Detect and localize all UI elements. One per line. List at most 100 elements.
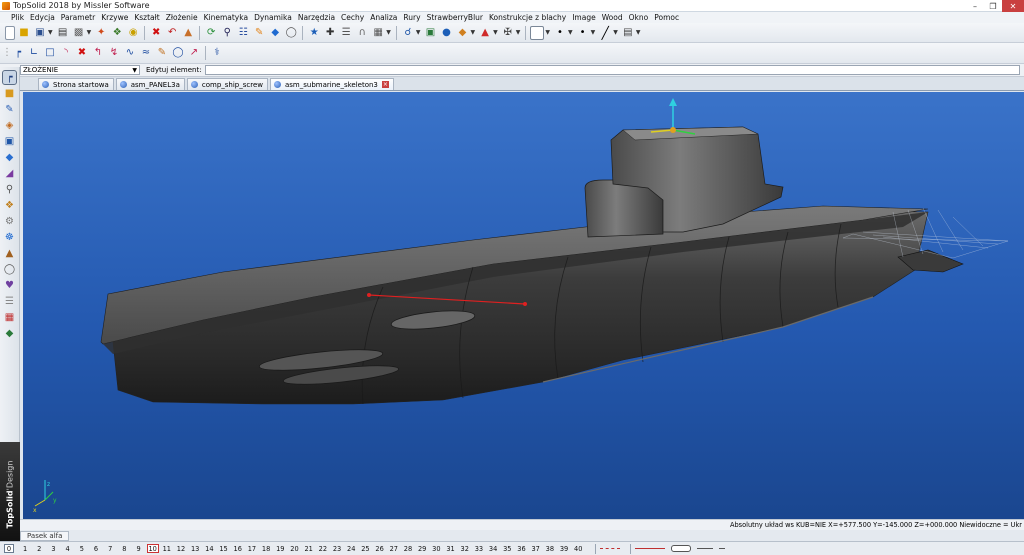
- 3d-viewport[interactable]: z x y: [23, 92, 1024, 519]
- thin-line-icon[interactable]: [697, 548, 714, 549]
- orient-dropdown-icon[interactable]: ▼: [516, 29, 521, 36]
- layer-25[interactable]: 25: [358, 545, 372, 553]
- layer-29[interactable]: 29: [415, 545, 429, 553]
- graph-icon[interactable]: ▦: [371, 26, 385, 40]
- lighting-dropdown-icon[interactable]: ▼: [493, 29, 498, 36]
- zoom-icon[interactable]: ☌: [401, 26, 415, 40]
- layer-5[interactable]: 5: [75, 545, 89, 553]
- circle-icon[interactable]: ◯: [171, 46, 185, 60]
- menu-item-13[interactable]: Konstrukcje z blachy: [486, 13, 569, 22]
- print-dropdown-icon[interactable]: ▼: [87, 29, 92, 36]
- close-icon[interactable]: ✕: [1002, 0, 1024, 12]
- cross-section-icon[interactable]: ✚: [323, 26, 337, 40]
- layer-10[interactable]: 10: [146, 544, 159, 553]
- tab-3[interactable]: asm_submarine_skeleton3 ×: [270, 78, 394, 90]
- tab-close-icon[interactable]: ×: [381, 81, 389, 88]
- undo-icon[interactable]: ↶: [165, 26, 179, 40]
- layer-23[interactable]: 23: [330, 545, 344, 553]
- point-style-icon[interactable]: •: [553, 26, 567, 40]
- layer-6[interactable]: 6: [89, 545, 103, 553]
- layer-26[interactable]: 26: [373, 545, 387, 553]
- menu-item-17[interactable]: Pomoc: [651, 13, 682, 22]
- layer-3[interactable]: 3: [46, 545, 60, 553]
- polyline-icon[interactable]: ∟: [27, 46, 41, 60]
- layer-39[interactable]: 39: [557, 545, 571, 553]
- chamfer-icon[interactable]: ↯: [107, 46, 121, 60]
- menu-item-4[interactable]: Kształt: [131, 13, 162, 22]
- layer-4[interactable]: 4: [61, 545, 75, 553]
- hatch-icon[interactable]: ▤: [621, 26, 635, 40]
- tab-2[interactable]: comp_ship_screw: [186, 78, 268, 90]
- zoom-all-icon[interactable]: ▣: [424, 26, 438, 40]
- drafting-icon[interactable]: ◆: [3, 327, 16, 340]
- eraser-icon[interactable]: ▲: [181, 26, 195, 40]
- trim-icon[interactable]: ✖: [75, 46, 89, 60]
- menu-item-6[interactable]: Kinematyka: [201, 13, 251, 22]
- measure-icon[interactable]: ◯: [284, 26, 298, 40]
- paint-icon[interactable]: ✎: [252, 26, 266, 40]
- point-dropdown-icon[interactable]: ▼: [568, 29, 573, 36]
- menu-item-10[interactable]: Analiza: [367, 13, 400, 22]
- color-dropdown-icon[interactable]: ▼: [545, 29, 550, 36]
- view-icon[interactable]: ●: [440, 26, 454, 40]
- menu-item-3[interactable]: Krzywe: [98, 13, 131, 22]
- frame-icon[interactable]: ▦: [3, 311, 16, 324]
- layer-13[interactable]: 13: [188, 545, 202, 553]
- layer-7[interactable]: 7: [103, 545, 117, 553]
- line-end-icon[interactable]: [719, 548, 726, 549]
- feature-mode-icon[interactable]: ◆: [3, 151, 16, 164]
- print-icon[interactable]: ▤: [56, 26, 70, 40]
- assembly-icon[interactable]: ❖: [3, 199, 16, 212]
- graph-dropdown-icon[interactable]: ▼: [386, 29, 391, 36]
- delete-icon[interactable]: ✖: [149, 26, 163, 40]
- arc-icon[interactable]: ◝: [59, 46, 73, 60]
- rectangle-icon[interactable]: □: [43, 46, 57, 60]
- menu-item-9[interactable]: Cechy: [338, 13, 367, 22]
- menu-item-1[interactable]: Edycja: [27, 13, 58, 22]
- menu-item-8[interactable]: Narzędzia: [295, 13, 338, 22]
- orient-icon[interactable]: ✠: [501, 26, 515, 40]
- tab-1[interactable]: asm_PANEL3a: [115, 78, 185, 90]
- layer-14[interactable]: 14: [202, 545, 216, 553]
- wood-icon[interactable]: ▲: [3, 247, 16, 260]
- layer-36[interactable]: 36: [514, 545, 528, 553]
- new-file-icon[interactable]: [5, 25, 15, 40]
- hatch-dropdown-icon[interactable]: ▼: [636, 29, 641, 36]
- line-icon[interactable]: ┍: [11, 46, 25, 60]
- layer-35[interactable]: 35: [500, 545, 514, 553]
- layer-27[interactable]: 27: [387, 545, 401, 553]
- sketch-mode-icon[interactable]: ✎: [3, 103, 16, 116]
- layer-32[interactable]: 32: [458, 545, 472, 553]
- weld-icon[interactable]: ☰: [3, 295, 16, 308]
- layer-33[interactable]: 33: [472, 545, 486, 553]
- dash-line-icon[interactable]: [600, 548, 621, 549]
- layer-38[interactable]: 38: [543, 545, 557, 553]
- layer-37[interactable]: 37: [529, 545, 543, 553]
- restore-icon[interactable]: ❐: [984, 0, 1002, 12]
- parameter-icon[interactable]: ☷: [236, 26, 250, 40]
- cut-icon[interactable]: ✦: [94, 26, 108, 40]
- thick-line-icon[interactable]: [671, 545, 692, 552]
- layer-19[interactable]: 19: [273, 545, 287, 553]
- save-icon[interactable]: ▣: [33, 26, 47, 40]
- layer-2[interactable]: 2: [32, 545, 46, 553]
- line-style-icon[interactable]: •: [576, 26, 590, 40]
- layer-24[interactable]: 24: [344, 545, 358, 553]
- color-swatch-icon[interactable]: [530, 25, 545, 40]
- layer-8[interactable]: 8: [117, 545, 131, 553]
- layer-30[interactable]: 30: [429, 545, 443, 553]
- pin-icon[interactable]: ⚲: [3, 183, 16, 196]
- layer-34[interactable]: 34: [486, 545, 500, 553]
- layer-40[interactable]: 40: [571, 545, 585, 553]
- line-style-dropdown-icon[interactable]: ▼: [591, 29, 596, 36]
- layer-20[interactable]: 20: [287, 545, 301, 553]
- kinematic-icon[interactable]: ☸: [3, 231, 16, 244]
- curve-mode-icon[interactable]: ┍: [2, 70, 17, 85]
- sheet-metal-icon[interactable]: ◢: [3, 167, 16, 180]
- extend-icon[interactable]: ↗: [187, 46, 201, 60]
- render-mode-icon[interactable]: ♥: [3, 279, 16, 292]
- gear-icon[interactable]: ⚙: [3, 215, 16, 228]
- magnet-icon[interactable]: ∩: [355, 26, 369, 40]
- layer-17[interactable]: 17: [245, 545, 259, 553]
- analysis-icon[interactable]: ★: [307, 26, 321, 40]
